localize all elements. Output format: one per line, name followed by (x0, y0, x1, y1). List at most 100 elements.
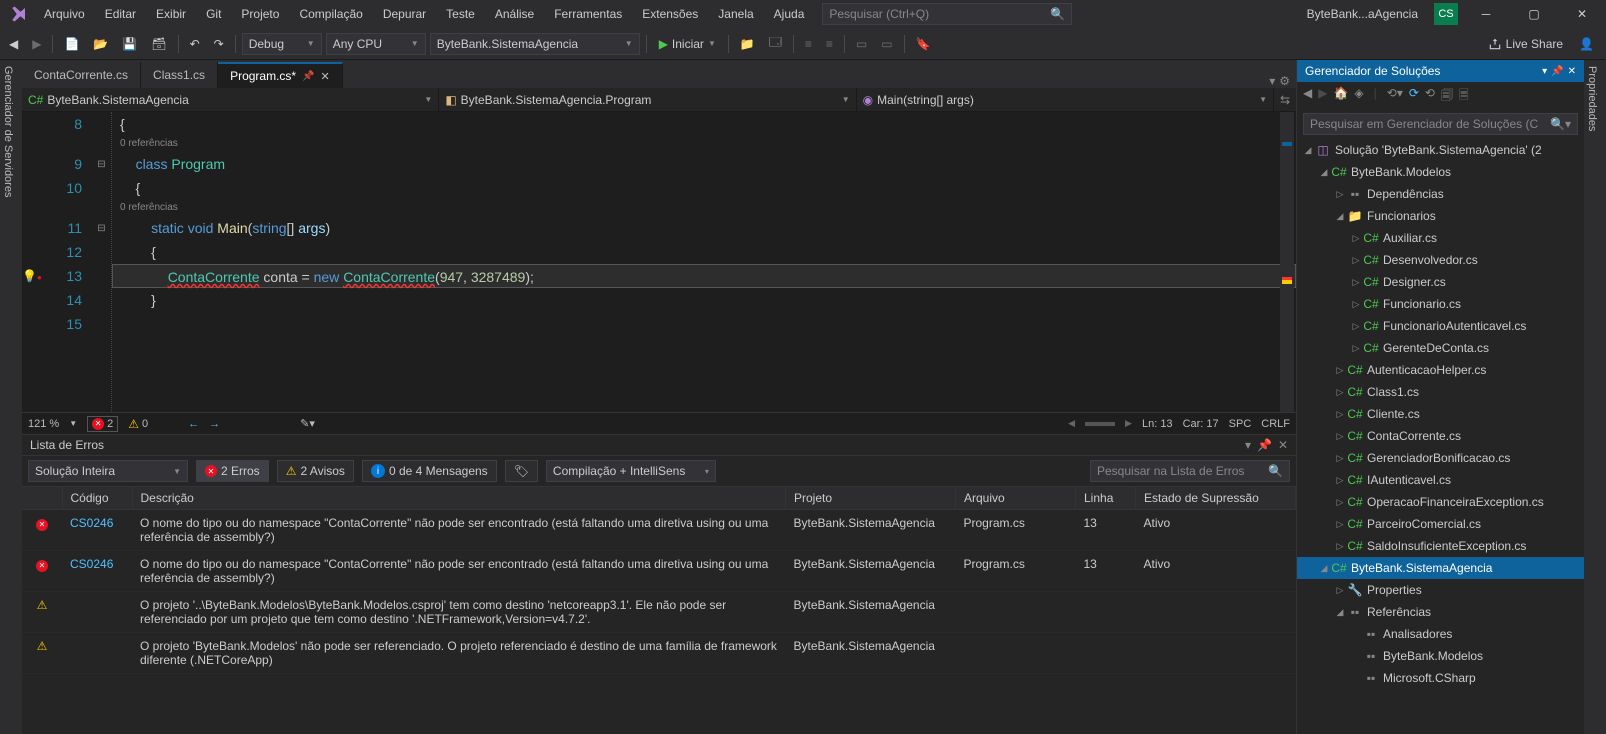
clear-filter-button[interactable]: 🏷 (505, 460, 538, 482)
expand-icon[interactable]: ◢ (1317, 167, 1331, 178)
redo-icon[interactable]: ↷ (209, 34, 229, 54)
code-editor[interactable]: 💡● 89101112131415 ⊟⊟ { 0 referências cla… (22, 112, 1296, 412)
expand-icon[interactable]: ▷ (1349, 255, 1363, 266)
tree-item[interactable]: ▷C#GerenteDeConta.cs (1297, 337, 1584, 359)
tab-settings-icon[interactable]: ⚙ (1279, 74, 1290, 88)
undo-icon[interactable]: ↶ (185, 34, 205, 54)
sol-back-icon[interactable]: ◀ (1303, 86, 1312, 107)
tree-item[interactable]: ◢C#ByteBank.Modelos (1297, 161, 1584, 183)
expand-icon[interactable]: ▷ (1333, 431, 1347, 442)
tree-item[interactable]: ▷C#ParceiroComercial.cs (1297, 513, 1584, 535)
tree-item[interactable]: ▷C#OperacaoFinanceiraException.cs (1297, 491, 1584, 513)
sol-close-icon[interactable]: ✕ (1568, 66, 1576, 77)
doc-tab[interactable]: Program.cs*📌✕ (218, 62, 343, 88)
server-explorer-tab[interactable]: Gerenciador de Servidores (2, 66, 14, 728)
fold-handle[interactable] (92, 288, 111, 312)
expand-icon[interactable]: ▷ (1349, 321, 1363, 332)
expand-icon[interactable]: ▷ (1333, 475, 1347, 486)
start-debug-button[interactable]: ▶Iniciar▼ (653, 37, 722, 51)
person-icon[interactable]: 👤 (1579, 37, 1594, 51)
menu-git[interactable]: Git (196, 3, 231, 25)
tree-item[interactable]: ▷C#GerenciadorBonificacao.cs (1297, 447, 1584, 469)
expand-icon[interactable]: ▷ (1333, 519, 1347, 530)
comment-icon[interactable]: ▭ (851, 34, 872, 54)
configuration-combo[interactable]: Debug▼ (242, 33, 322, 55)
menu-ajuda[interactable]: Ajuda (764, 3, 815, 25)
warning-count-badge[interactable]: ⚠0 (128, 417, 148, 431)
save-all-icon[interactable]: 🗃 (146, 34, 171, 54)
pen-icon[interactable]: ✎▾ (300, 417, 315, 430)
fold-handle[interactable] (92, 312, 111, 336)
solution-search[interactable]: Pesquisar em Gerenciador de Soluções (C🔍… (1303, 113, 1578, 135)
expand-icon[interactable]: ▷ (1333, 497, 1347, 508)
sol-properties-icon[interactable]: 🗏 (1459, 86, 1469, 107)
new-project-icon[interactable]: 📄 (59, 34, 84, 54)
tree-item[interactable]: ▪▪Microsoft.CSharp (1297, 667, 1584, 689)
expand-icon[interactable]: ◢ (1301, 145, 1315, 156)
error-col-header[interactable]: Código (62, 487, 132, 510)
doc-tab[interactable]: Class1.cs (141, 62, 218, 88)
indent-less-icon[interactable]: ≡ (800, 34, 817, 54)
panel-pin-icon[interactable]: 📌 (1257, 438, 1272, 452)
user-badge[interactable]: CS (1434, 3, 1458, 25)
tree-item[interactable]: ▷C#SaldoInsuficienteException.cs (1297, 535, 1584, 557)
error-row[interactable]: ✕CS0246O nome do tipo ou do namespace "C… (22, 510, 1296, 551)
sol-dropdown-icon[interactable]: ▾ (1542, 66, 1547, 77)
tree-item[interactable]: ▷C#Funcionario.cs (1297, 293, 1584, 315)
tree-item[interactable]: ▷C#AutenticacaoHelper.cs (1297, 359, 1584, 381)
folder-icon[interactable]: 📁 (735, 34, 760, 54)
expand-icon[interactable]: ▷ (1349, 299, 1363, 310)
menu-projeto[interactable]: Projeto (231, 3, 289, 25)
sol-pin-icon[interactable]: 📌 (1551, 66, 1563, 77)
nav-back-icon[interactable]: ← (188, 418, 199, 430)
app-icon[interactable]: 🗔 (764, 30, 787, 57)
menu-compilação[interactable]: Compilação (289, 3, 372, 25)
sol-showall-icon[interactable]: 🗐 (1441, 86, 1453, 107)
scope-filter-combo[interactable]: Solução Inteira▼ (28, 460, 188, 482)
error-col-header[interactable]: Arquivo (956, 487, 1076, 510)
tree-item[interactable]: ▷C#Auxiliar.cs (1297, 227, 1584, 249)
sol-home-icon[interactable]: 🏠 (1333, 86, 1348, 107)
expand-icon[interactable]: ▷ (1349, 343, 1363, 354)
tree-item[interactable]: ◢◫Solução 'ByteBank.SistemaAgencia' (2 (1297, 139, 1584, 161)
tree-item[interactable]: ▷C#FuncionarioAutenticavel.cs (1297, 315, 1584, 337)
sol-collapse-icon[interactable]: ⟲ (1425, 86, 1435, 107)
expand-icon[interactable]: ▷ (1349, 277, 1363, 288)
fold-handle[interactable] (92, 176, 111, 200)
menu-arquivo[interactable]: Arquivo (34, 3, 95, 25)
expand-icon[interactable]: ▷ (1333, 189, 1347, 200)
tree-item[interactable]: ▷C#IAutenticavel.cs (1297, 469, 1584, 491)
indent-more-icon[interactable]: ≡ (821, 34, 838, 54)
expand-icon[interactable]: ▷ (1333, 541, 1347, 552)
doc-tab[interactable]: ContaCorrente.cs (22, 62, 141, 88)
save-icon[interactable]: 💾 (117, 34, 142, 54)
error-col-header[interactable]: Linha (1076, 487, 1136, 510)
expand-icon[interactable]: ▷ (1333, 585, 1347, 596)
tree-item[interactable]: ▷C#ContaCorrente.cs (1297, 425, 1584, 447)
scroll-map[interactable] (1280, 112, 1294, 412)
tree-item[interactable]: ▪▪Analisadores (1297, 623, 1584, 645)
maximize-button[interactable]: ▢ (1514, 0, 1554, 28)
fold-handle[interactable] (92, 264, 111, 288)
expand-icon[interactable]: ◢ (1333, 211, 1347, 222)
sol-sync-icon[interactable]: ⟲▾ (1387, 86, 1403, 107)
global-search[interactable]: Pesquisar (Ctrl+Q) 🔍 (822, 3, 1072, 25)
menu-exibir[interactable]: Exibir (146, 3, 196, 25)
expand-icon[interactable]: ▷ (1333, 387, 1347, 398)
error-col-header[interactable]: Estado de Supressão (1136, 487, 1296, 510)
tree-item[interactable]: ▷C#Cliente.cs (1297, 403, 1584, 425)
close-button[interactable]: ✕ (1562, 0, 1602, 28)
expand-icon[interactable]: ▷ (1333, 409, 1347, 420)
platform-combo[interactable]: Any CPU▼ (326, 33, 426, 55)
tree-item[interactable]: ◢C#ByteBank.SistemaAgencia (1297, 557, 1584, 579)
close-tab-icon[interactable]: ✕ (321, 70, 330, 83)
fold-handle[interactable]: ⊟ (92, 216, 111, 240)
menu-ferramentas[interactable]: Ferramentas (544, 3, 632, 25)
tree-item[interactable]: ▷C#Designer.cs (1297, 271, 1584, 293)
pin-icon[interactable]: 📌 (302, 71, 314, 82)
tab-dropdown-icon[interactable]: ▾ (1269, 74, 1275, 88)
expand-icon[interactable]: ◢ (1333, 607, 1347, 618)
error-col-header[interactable] (22, 487, 62, 510)
error-count-badge[interactable]: ✕2 (87, 416, 118, 432)
nav-class[interactable]: ◧ByteBank.SistemaAgencia.Program▼ (439, 88, 856, 111)
